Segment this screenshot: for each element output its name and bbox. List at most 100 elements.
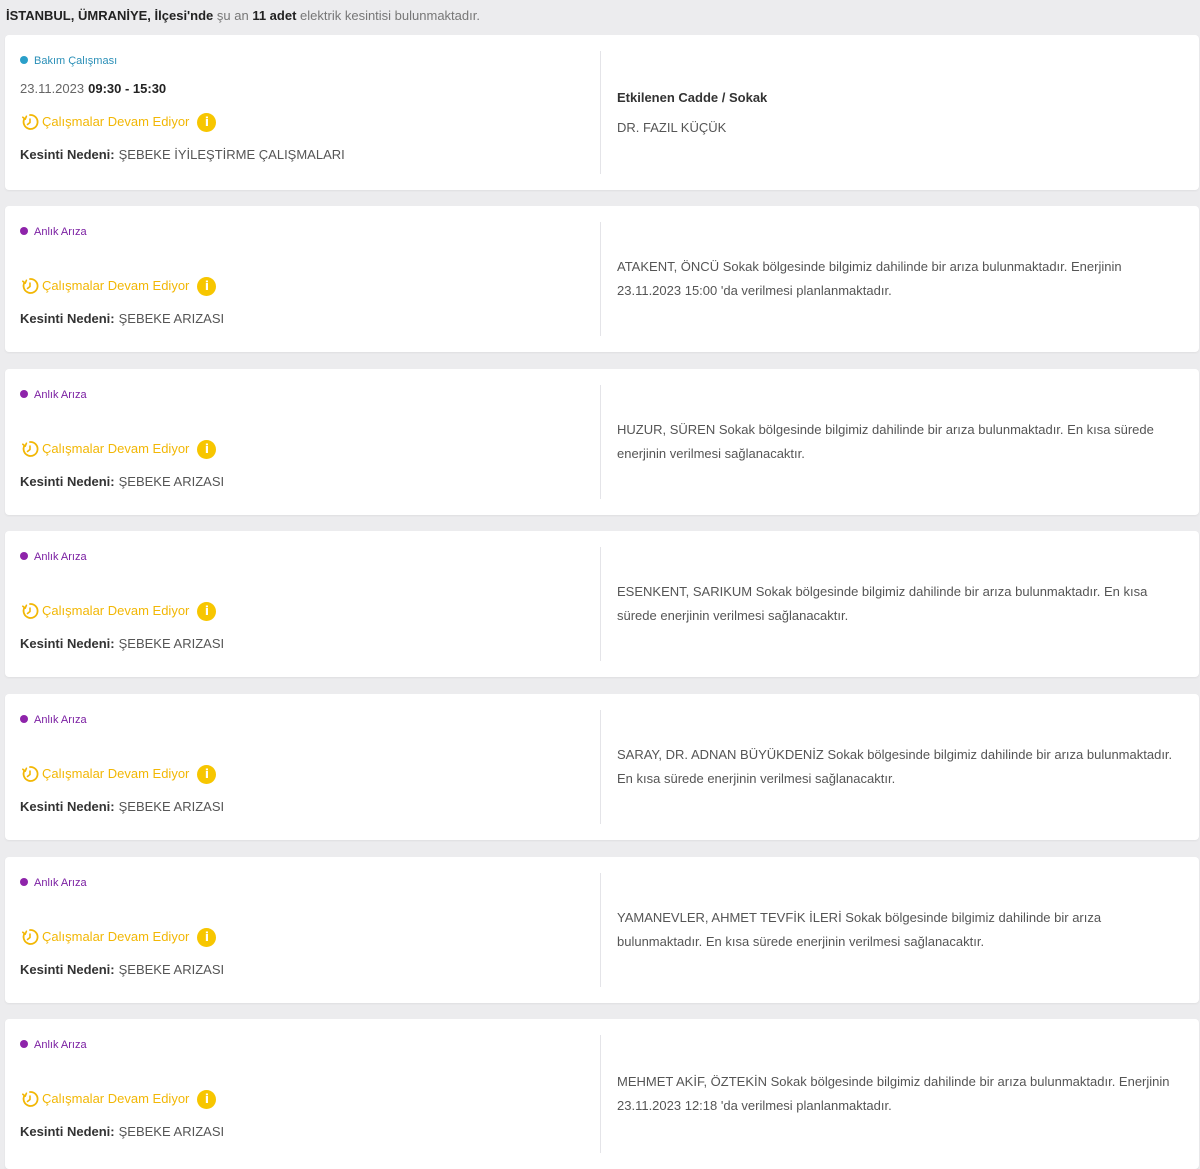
outage-card: Anlık Arıza Çalışmalar Devam Ediyor i Ke…	[5, 206, 1199, 352]
outage-reason-value: ŞEBEKE ARIZASI	[118, 1124, 225, 1139]
outage-type-badge: Bakım Çalışması	[20, 53, 117, 69]
outage-card: Bakım Çalışması 23.11.2023 09:30 - 15:30 …	[5, 35, 1199, 190]
card-divider	[600, 710, 601, 824]
outage-time: 09:30 - 15:30	[88, 81, 167, 96]
outage-summary: İSTANBUL, ÜMRANİYE, İlçesi'nde şu an 11 …	[6, 6, 480, 26]
outage-reason-value: ŞEBEKE ARIZASI	[118, 311, 225, 326]
outage-message-area: ATAKENT, ÖNCÜ Sokak bölgesinde bilgimiz …	[617, 206, 1177, 352]
outage-card: Anlık Arıza Çalışmalar Devam Ediyor i Ke…	[5, 857, 1199, 1003]
outage-type-label: Anlık Arıza	[34, 226, 87, 238]
outage-reason-value: ŞEBEKE ARIZASI	[118, 799, 225, 814]
summary-suffix: elektrik kesintisi bulunmaktadır.	[300, 8, 480, 23]
outage-type-badge: Anlık Arıza	[20, 549, 87, 565]
outage-card: Anlık Arıza Çalışmalar Devam Ediyor i Ke…	[5, 531, 1199, 677]
outage-reason-value: ŞEBEKE ARIZASI	[118, 962, 225, 977]
progress-clock-icon	[22, 603, 39, 619]
outage-reason-value: ŞEBEKE ARIZASI	[118, 636, 225, 651]
info-icon[interactable]: i	[197, 112, 217, 132]
outage-card: Anlık Arıza Çalışmalar Devam Ediyor i Ke…	[5, 1019, 1199, 1169]
outage-type-badge: Anlık Arıza	[20, 224, 87, 240]
card-divider	[600, 51, 601, 174]
outage-status: Çalışmalar Devam Ediyor i	[20, 927, 217, 947]
outage-reason: Kesinti Nedeni: ŞEBEKE ARIZASI	[20, 798, 224, 816]
outage-details: Bakım Çalışması 23.11.2023 09:30 - 15:30 …	[5, 35, 600, 190]
outage-message: SARAY, DR. ADNAN BÜYÜKDENİZ Sokak bölges…	[617, 747, 1173, 786]
outage-message-area: MEHMET AKİF, ÖZTEKİN Sokak bölgesinde bi…	[617, 1019, 1177, 1169]
outage-message-area: HUZUR, SÜREN Sokak bölgesinde bilgimiz d…	[617, 369, 1177, 515]
status-dot-icon	[20, 1040, 28, 1049]
outage-reason-value: ŞEBEKE ARIZASI	[118, 474, 225, 489]
outage-type-label: Anlık Arıza	[34, 1039, 87, 1051]
outage-reason-label: Kesinti Nedeni:	[20, 147, 115, 162]
status-dot-icon	[20, 56, 28, 65]
outage-reason-label: Kesinti Nedeni:	[20, 636, 115, 651]
summary-location: İSTANBUL, ÜMRANİYE, İlçesi'nde	[6, 8, 214, 23]
outage-card: Anlık Arıza Çalışmalar Devam Ediyor i Ke…	[5, 369, 1199, 515]
outage-status-label: Çalışmalar Devam Ediyor	[42, 441, 190, 456]
outage-details: Anlık Arıza Çalışmalar Devam Ediyor i Ke…	[5, 1019, 600, 1169]
outage-type-label: Anlık Arıza	[34, 714, 87, 726]
outage-reason: Kesinti Nedeni: ŞEBEKE ARIZASI	[20, 1123, 224, 1141]
outage-message: HUZUR, SÜREN Sokak bölgesinde bilgimiz d…	[617, 422, 1154, 461]
outage-type-label: Anlık Arıza	[34, 877, 87, 889]
status-dot-icon	[20, 715, 28, 724]
outage-type-badge: Anlık Arıza	[20, 875, 87, 891]
info-icon[interactable]: i	[197, 276, 217, 296]
status-dot-icon	[20, 227, 28, 236]
summary-prefix: şu an	[216, 8, 249, 23]
outage-reason: Kesinti Nedeni: ŞEBEKE ARIZASI	[20, 635, 224, 653]
outage-details: Anlık Arıza Çalışmalar Devam Ediyor i Ke…	[5, 531, 600, 677]
outage-status: Çalışmalar Devam Ediyor i	[20, 112, 217, 132]
outage-details: Anlık Arıza Çalışmalar Devam Ediyor i Ke…	[5, 369, 600, 515]
progress-clock-icon	[22, 1091, 39, 1107]
progress-clock-icon	[22, 929, 39, 945]
info-icon[interactable]: i	[197, 601, 217, 621]
outage-datetime: 23.11.2023 09:30 - 15:30	[20, 80, 166, 98]
outage-message-area: YAMANEVLER, AHMET TEVFİK İLERİ Sokak böl…	[617, 857, 1177, 1003]
outage-type-label: Bakım Çalışması	[34, 55, 118, 67]
info-icon[interactable]: i	[197, 927, 217, 947]
outage-reason-label: Kesinti Nedeni:	[20, 799, 115, 814]
outage-message: MEHMET AKİF, ÖZTEKİN Sokak bölgesinde bi…	[617, 1074, 1170, 1113]
affected-streets-title: Etkilenen Cadde / Sokak	[617, 89, 768, 105]
outage-reason: Kesinti Nedeni: ŞEBEKE ARIZASI	[20, 310, 224, 328]
card-divider	[600, 547, 601, 661]
progress-clock-icon	[22, 441, 39, 457]
card-divider	[600, 873, 601, 987]
outage-message-area: ESENKENT, SARIKUM Sokak bölgesinde bilgi…	[617, 531, 1177, 677]
info-icon[interactable]: i	[197, 1089, 217, 1109]
outage-reason-value: ŞEBEKE İYİLEŞTİRME ÇALIŞMALARI	[118, 147, 345, 162]
outage-reason: Kesinti Nedeni: ŞEBEKE ARIZASI	[20, 961, 224, 979]
outage-type-badge: Anlık Arıza	[20, 387, 87, 403]
outage-reason-label: Kesinti Nedeni:	[20, 311, 115, 326]
info-icon[interactable]: i	[197, 764, 217, 784]
summary-count: 11 adet	[252, 8, 297, 23]
info-icon[interactable]: i	[197, 439, 217, 459]
affected-street: DR. FAZIL KÜÇÜK	[617, 119, 727, 135]
outage-status: Çalışmalar Devam Ediyor i	[20, 1089, 217, 1109]
outage-status-label: Çalışmalar Devam Ediyor	[42, 1091, 190, 1106]
outage-type-badge: Anlık Arıza	[20, 1037, 87, 1053]
outage-type-label: Anlık Arıza	[34, 389, 87, 401]
outage-status: Çalışmalar Devam Ediyor i	[20, 439, 217, 459]
progress-clock-icon	[22, 114, 39, 130]
outage-status-label: Çalışmalar Devam Ediyor	[42, 278, 190, 293]
outage-status: Çalışmalar Devam Ediyor i	[20, 601, 217, 621]
outage-message: ESENKENT, SARIKUM Sokak bölgesinde bilgi…	[617, 584, 1148, 623]
card-divider	[600, 385, 601, 499]
outage-reason: Kesinti Nedeni: ŞEBEKE ARIZASI	[20, 473, 224, 491]
outage-status-label: Çalışmalar Devam Ediyor	[42, 929, 190, 944]
outage-reason-label: Kesinti Nedeni:	[20, 474, 115, 489]
card-divider	[600, 222, 601, 336]
outage-reason-label: Kesinti Nedeni:	[20, 1124, 115, 1139]
progress-clock-icon	[22, 278, 39, 294]
status-dot-icon	[20, 390, 28, 399]
outage-date: 23.11.2023	[20, 81, 85, 96]
outage-message: YAMANEVLER, AHMET TEVFİK İLERİ Sokak böl…	[617, 910, 1102, 949]
outage-reason-label: Kesinti Nedeni:	[20, 962, 115, 977]
outage-details: Anlık Arıza Çalışmalar Devam Ediyor i Ke…	[5, 857, 600, 1003]
outage-affected: Etkilenen Cadde / Sokak DR. FAZIL KÜÇÜK	[617, 35, 1177, 190]
outage-details: Anlık Arıza Çalışmalar Devam Ediyor i Ke…	[5, 206, 600, 352]
outage-message: ATAKENT, ÖNCÜ Sokak bölgesinde bilgimiz …	[617, 259, 1122, 298]
status-dot-icon	[20, 878, 28, 887]
